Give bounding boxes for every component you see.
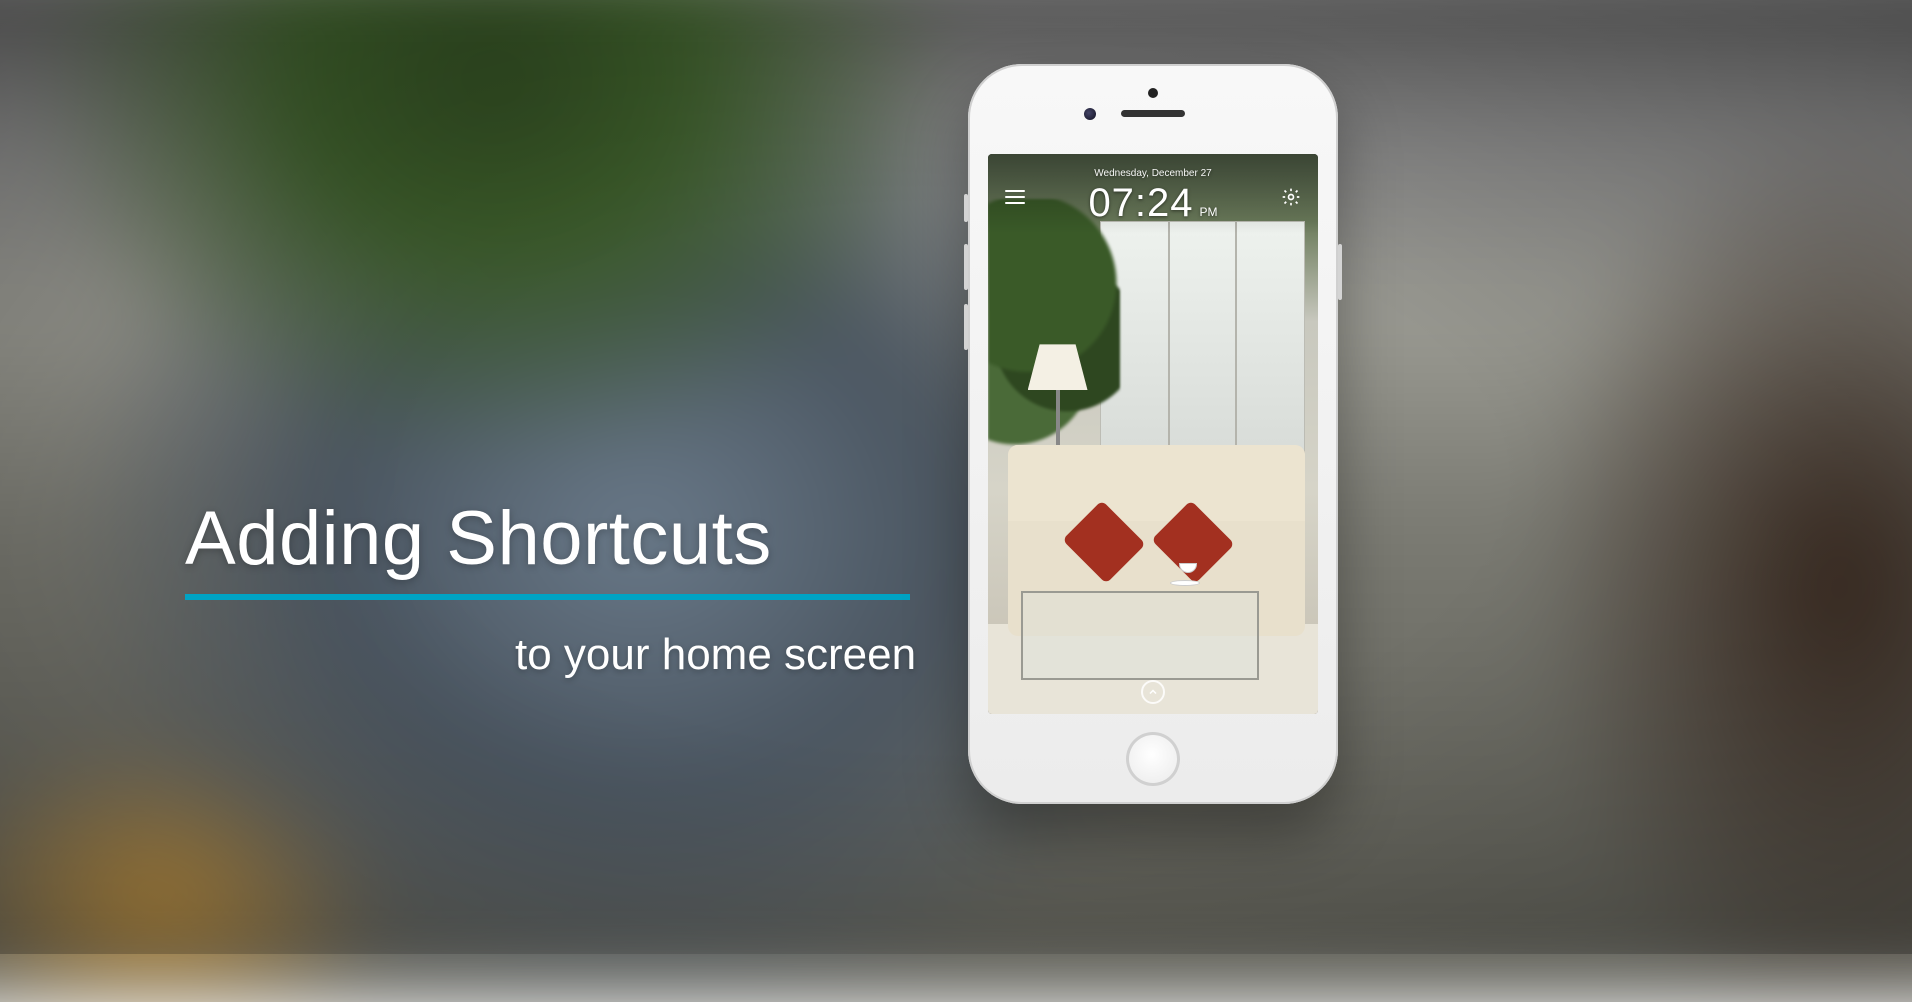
volume-up	[964, 244, 968, 290]
menu-button[interactable]	[1004, 186, 1026, 208]
phone-screen: Wednesday, December 27 07:24 PM	[988, 154, 1318, 714]
proximity-sensor	[1148, 88, 1158, 98]
volume-down	[964, 304, 968, 350]
front-camera	[1084, 108, 1096, 120]
title-rule	[185, 594, 910, 600]
clock-block: Wednesday, December 27 07:24 PM	[1088, 168, 1217, 226]
title-main: Adding Shortcuts	[185, 495, 916, 582]
vignette	[0, 0, 1912, 954]
expand-button[interactable]	[1141, 680, 1165, 704]
settings-button[interactable]	[1280, 186, 1302, 208]
home-button[interactable]	[1126, 732, 1180, 786]
title-block: Adding Shortcuts to your home screen	[185, 495, 916, 680]
app-topbar: Wednesday, December 27 07:24 PM	[988, 154, 1318, 234]
date-text: Wednesday, December 27	[1088, 168, 1217, 179]
clock-time: 07:24	[1088, 181, 1193, 226]
title-sub: to your home screen	[515, 630, 916, 680]
saucer	[1170, 580, 1200, 586]
chevron-up-icon	[1147, 686, 1159, 698]
mute-switch	[964, 194, 968, 222]
speaker-grille	[1121, 110, 1185, 117]
hamburger-icon	[1005, 190, 1025, 204]
power-button	[1338, 244, 1342, 300]
phone-mockup: Wednesday, December 27 07:24 PM	[968, 64, 1338, 804]
gear-icon	[1281, 187, 1301, 207]
room-wallpaper	[988, 154, 1318, 714]
app-bottom	[988, 680, 1318, 704]
clock-ampm: PM	[1200, 205, 1218, 219]
coffee-table	[1021, 591, 1259, 681]
window	[1100, 221, 1305, 456]
